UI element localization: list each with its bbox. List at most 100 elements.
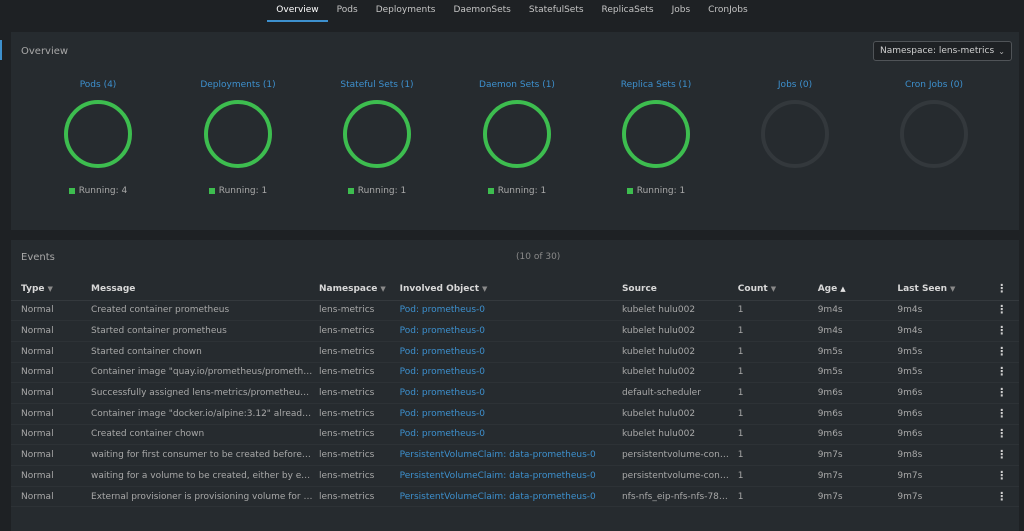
status-donut [622,100,690,168]
col-involved-object[interactable]: Involved Object ▼ [399,278,622,301]
row-menu-button[interactable]: ⋮ [984,362,1019,384]
status-donut [204,100,272,168]
sort-down-icon: ▼ [380,284,386,293]
event-involved-object[interactable]: Pod: prometheus-0 [400,347,485,357]
event-involved-object-cell: PersistentVolumeClaim: data-prometheus-0 [399,444,622,466]
tab-overview[interactable]: Overview [267,0,328,22]
workload-title-link[interactable]: Deployments (1) [168,80,308,90]
col-age[interactable]: Age ▲ [817,278,898,301]
event-involved-object[interactable]: Pod: prometheus-0 [400,326,485,336]
workload-title-link[interactable]: Replica Sets (1) [586,80,726,90]
workload-title-link[interactable]: Daemon Sets (1) [447,80,587,90]
event-last-seen-cell: 9m4s [897,300,985,322]
table-row[interactable]: Normal waiting for first consumer to be c… [11,444,1019,466]
status-donut [900,100,968,168]
event-involved-object[interactable]: Pod: prometheus-0 [400,367,485,377]
event-last-seen: 9m6s [897,408,923,419]
table-row[interactable]: Normal Created container prometheus lens-m… [11,300,1019,322]
tab-pods[interactable]: Pods [328,0,367,22]
row-menu-button[interactable]: ⋮ [984,403,1019,425]
event-involved-object[interactable]: PersistentVolumeClaim: data-prometheus-0 [400,450,596,460]
event-involved-object-cell: Pod: prometheus-0 [399,362,622,384]
event-message: Started container chown [91,346,202,357]
event-involved-object-cell: Pod: prometheus-0 [399,300,622,322]
tab-statefulsets[interactable]: StatefulSets [520,0,593,22]
row-menu-button[interactable]: ⋮ [984,320,1019,342]
tab-deployments[interactable]: Deployments [367,0,445,22]
workload-title-link[interactable]: Stateful Sets (1) [307,80,447,90]
event-namespace: lens-metrics [319,346,375,357]
tab-cronjobs[interactable]: CronJobs [699,0,757,22]
workload-title-link[interactable]: Pods (4) [28,80,168,90]
status-label: Running: 1 [357,186,407,196]
event-namespace: lens-metrics [319,367,375,378]
event-count-cell: 1 [737,403,818,425]
row-menu-button[interactable]: ⋮ [984,300,1019,322]
event-namespace-cell: lens-metrics [319,320,400,342]
event-message-cell: Container image "quay.io/prometheus/prom… [91,362,320,384]
row-menu-button[interactable]: ⋮ [984,465,1019,487]
kebab-menu-icon: ⋮ [996,448,1008,462]
event-last-seen: 9m6s [897,429,923,440]
event-involved-object[interactable]: PersistentVolumeClaim: data-prometheus-0 [400,471,596,481]
col-last-seen[interactable]: Last Seen ▼ [897,278,985,301]
event-last-seen: 9m6s [897,388,923,399]
event-source-cell: nfs-nfs_eip-nfs-nfs-78664... [621,486,738,508]
table-row[interactable]: Normal waiting for a volume to be created… [11,465,1019,487]
workload-chart: Replica Sets (1) Running: 1 [586,80,726,196]
col-source[interactable]: Source [621,278,738,301]
event-involved-object[interactable]: PersistentVolumeClaim: data-prometheus-0 [400,492,596,502]
event-involved-object[interactable]: Pod: prometheus-0 [400,409,485,419]
table-row[interactable]: Normal External provisioner is provisioni… [11,486,1019,508]
table-row[interactable]: Normal Started container prometheus lens-m… [11,320,1019,342]
tab-replicasets[interactable]: ReplicaSets [593,0,663,22]
event-source: kubelet hulu002 [621,305,696,316]
event-namespace: lens-metrics [319,305,375,316]
event-source-cell: kubelet hulu002 [621,403,738,425]
status-legend: Running: 1 [447,186,587,196]
workload-tabs: Overview Pods Deployments DaemonSets Statefu… [0,0,1024,22]
event-count-cell: 1 [737,424,818,446]
workload-title-link[interactable]: Jobs (0) [725,80,865,90]
col-count[interactable]: Count ▼ [737,278,818,301]
event-involved-object-cell: PersistentVolumeClaim: data-prometheus-0 [399,465,622,487]
row-menu-button[interactable]: ⋮ [984,424,1019,446]
event-type-cell: Normal [11,403,92,425]
event-last-seen: 9m5s [897,346,923,357]
event-involved-object[interactable]: Pod: prometheus-0 [400,305,485,315]
row-menu-button[interactable]: ⋮ [984,444,1019,466]
col-message[interactable]: Message [91,278,320,301]
chevron-down-icon: ⌄ [998,46,1005,56]
running-dot-icon [68,188,75,194]
event-involved-object[interactable]: Pod: prometheus-0 [400,388,485,398]
workload-title-link[interactable]: Cron Jobs (0) [864,80,1004,90]
col-namespace[interactable]: Namespace ▼ [319,278,400,301]
status-legend: Running: 1 [307,186,447,196]
row-menu-button[interactable]: ⋮ [984,486,1019,508]
event-age: 9m7s [817,491,843,502]
row-menu-button[interactable]: ⋮ [984,382,1019,404]
tab-daemonsets[interactable]: DaemonSets [444,0,519,22]
event-source: default-scheduler [621,388,701,399]
running-dot-icon [347,188,354,194]
event-last-seen: 9m8s [897,450,923,461]
event-source: kubelet hulu002 [621,408,696,419]
event-age: 9m6s [817,388,843,399]
event-message-cell: waiting for first consumer to be created… [91,444,320,466]
event-involved-object[interactable]: Pod: prometheus-0 [400,429,485,439]
table-row[interactable]: Normal Started container chown lens-metric… [11,341,1019,363]
col-type[interactable]: Type ▼ [11,278,92,301]
table-row[interactable]: Normal Created container chown lens-metric… [11,424,1019,446]
event-count: 1 [737,429,744,440]
row-menu-button[interactable]: ⋮ [984,341,1019,363]
table-row[interactable]: Normal Successfully assigned lens-metrics… [11,382,1019,404]
table-row[interactable]: Normal Container image "docker.io/alpine:… [11,403,1019,425]
tab-jobs[interactable]: Jobs [663,0,700,22]
namespace-select[interactable]: Namespace: lens-metrics ⌄ [873,41,1012,61]
event-type: Normal [21,367,54,378]
event-source-cell: kubelet hulu002 [621,300,738,322]
event-namespace-cell: lens-metrics [319,382,400,404]
columns-menu-button[interactable]: ⋮ [984,278,1019,301]
table-row[interactable]: Normal Container image "quay.io/prometheu… [11,362,1019,384]
event-age: 9m5s [817,346,843,357]
